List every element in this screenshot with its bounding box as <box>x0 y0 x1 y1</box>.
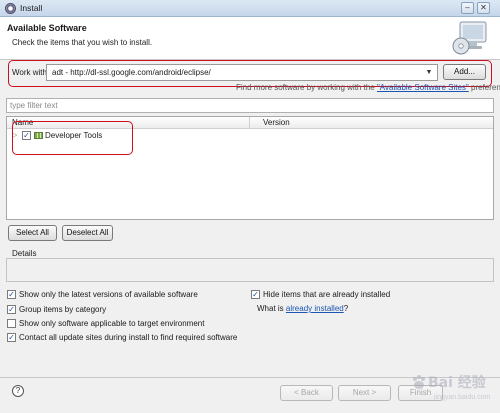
close-button[interactable]: ✕ <box>477 2 490 14</box>
expand-arrow-icon[interactable]: ▷ <box>12 131 17 139</box>
already-installed-link[interactable]: already installed <box>286 304 344 313</box>
tree-header: Name Version <box>7 117 493 129</box>
package-icon <box>34 132 43 139</box>
group-by-category-checkbox[interactable]: ✓ <box>7 305 16 314</box>
what-is-installed: What is already installed? <box>257 304 348 313</box>
tree-row-label: Developer Tools <box>45 131 103 140</box>
column-separator[interactable] <box>249 117 250 129</box>
paw-logo-icon <box>413 375 425 389</box>
what-is-suffix: ? <box>343 304 349 313</box>
work-with-combo[interactable]: adt - http://dl-ssl.google.com/android/e… <box>46 64 438 81</box>
work-with-value: adt - http://dl-ssl.google.com/android/e… <box>52 68 211 77</box>
available-software-sites-link[interactable]: "Available Software Sites" <box>377 83 469 92</box>
page-description: Check the items that you wish to install… <box>12 38 153 47</box>
software-tree[interactable]: Name Version ▷ ✓ Developer Tools <box>6 116 494 220</box>
deselect-all-button[interactable]: Deselect All <box>62 225 113 241</box>
eclipse-icon <box>5 3 16 14</box>
find-more-text: Find more software by working with the "… <box>236 83 500 92</box>
developer-tools-checkbox[interactable]: ✓ <box>22 131 31 140</box>
column-version[interactable]: Version <box>263 118 290 127</box>
latest-versions-checkbox[interactable]: ✓ <box>7 290 16 299</box>
column-name[interactable]: Name <box>12 118 33 127</box>
window-title: Install <box>20 3 43 13</box>
find-more-suffix: preferences. <box>471 83 500 92</box>
wizard-header: Available Software Check the items that … <box>0 17 500 60</box>
baidu-watermark: Bai 经验 jingyan.baidu.com <box>408 370 498 412</box>
select-all-button[interactable]: Select All <box>8 225 57 241</box>
group-by-category-label: Group items by category <box>19 305 107 314</box>
filter-input[interactable]: type filter text <box>6 98 494 113</box>
install-wizard-icon <box>452 21 487 55</box>
back-button[interactable]: < Back <box>280 385 333 401</box>
details-label: Details <box>12 249 37 258</box>
latest-versions-label: Show only the latest versions of availab… <box>19 290 198 299</box>
filter-placeholder: type filter text <box>10 101 58 110</box>
what-is-prefix: What is <box>257 304 284 313</box>
watermark-sub: jingyan.baidu.com <box>434 394 491 401</box>
page-title: Available Software <box>7 23 87 33</box>
details-box <box>6 258 494 282</box>
target-environment-label: Show only software applicable to target … <box>19 319 205 328</box>
contact-update-sites-label: Contact all update sites during install … <box>19 333 238 342</box>
chevron-down-icon[interactable]: ▼ <box>423 67 435 78</box>
watermark-text: Bai 经验 <box>428 375 486 391</box>
title-bar: Install – ✕ <box>0 0 500 17</box>
tree-row[interactable]: ▷ ✓ Developer Tools <box>7 129 493 143</box>
next-button[interactable]: Next > <box>338 385 391 401</box>
help-icon[interactable]: ? <box>12 385 24 397</box>
add-button[interactable]: Add... <box>443 64 486 80</box>
target-environment-checkbox[interactable] <box>7 319 16 328</box>
hide-installed-label: Hide items that are already installed <box>263 290 391 299</box>
work-with-label: Work with: <box>12 68 50 77</box>
minimize-button[interactable]: – <box>461 2 474 14</box>
contact-update-sites-checkbox[interactable]: ✓ <box>7 333 16 342</box>
find-more-prefix: Find more software by working with the <box>236 83 375 92</box>
hide-installed-checkbox[interactable]: ✓ <box>251 290 260 299</box>
